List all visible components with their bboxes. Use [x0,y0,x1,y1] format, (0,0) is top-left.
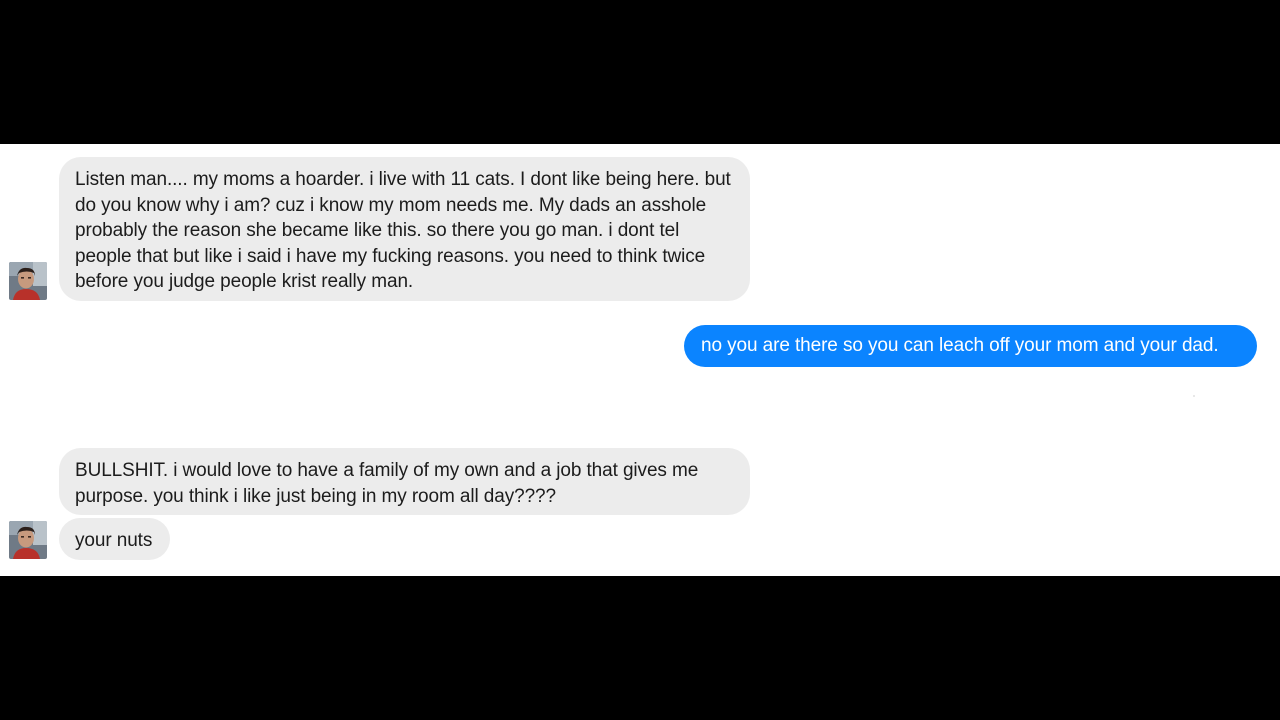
contact-avatar-icon[interactable] [9,521,47,559]
outgoing-message: no you are there so you can leach off yo… [684,325,1257,367]
incoming-message: your nuts [59,518,170,560]
letterbox-bottom [0,576,1280,720]
chat-transcript: Listen man.... my moms a hoarder. i live… [0,144,1280,576]
letterbox-top [0,0,1280,144]
incoming-message: Listen man.... my moms a hoarder. i live… [59,157,750,301]
incoming-message: BULLSHIT. i would love to have a family … [59,448,750,515]
seen-indicator [1193,395,1195,397]
contact-avatar-icon[interactable] [9,262,47,300]
